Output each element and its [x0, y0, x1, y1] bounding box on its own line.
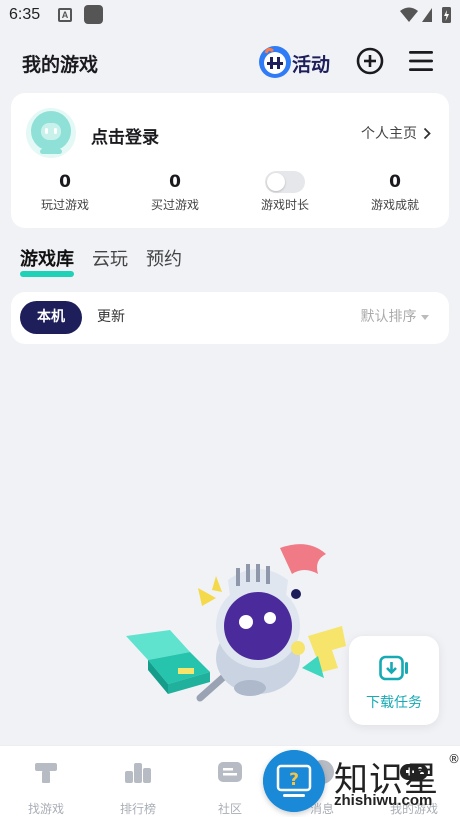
- chevron-right-icon: [423, 127, 431, 139]
- svg-text:?: ?: [289, 770, 299, 790]
- status-bar: 6:35 A: [0, 0, 460, 34]
- profile-home-link[interactable]: 个人主页: [361, 123, 431, 143]
- app-notification-icon: A: [58, 8, 72, 22]
- signal-battery-icons: [400, 7, 451, 23]
- stat-playtime[interactable]: 游戏时长: [235, 171, 335, 213]
- download-tasks-button[interactable]: 下载任务: [349, 636, 439, 725]
- nav-label: 社区: [217, 802, 242, 816]
- login-button[interactable]: 点击登录: [91, 123, 159, 148]
- stat-bought[interactable]: 0 买过游戏: [125, 171, 225, 213]
- page-title: 我的游戏: [22, 54, 99, 76]
- filter-update-chip[interactable]: 更新: [97, 301, 125, 334]
- watermark-sub: zhishiwu.com: [334, 792, 433, 809]
- empty-state-illustration: [126, 544, 346, 702]
- tab-library[interactable]: 游戏库: [20, 246, 74, 278]
- nav-ranking[interactable]: 排行榜: [103, 758, 173, 817]
- caret-down-icon: [421, 315, 429, 320]
- stat-value: 0: [389, 172, 401, 192]
- nav-label: 排行榜: [119, 802, 156, 816]
- nav-find-games[interactable]: 找游戏: [11, 758, 81, 817]
- activity-label: 活动: [292, 53, 330, 76]
- profile-card: 点击登录 个人主页 0 玩过游戏 0 买过游戏 游戏时长 0 游戏成就: [11, 93, 449, 228]
- avatar[interactable]: [25, 107, 77, 159]
- profile-home-label: 个人主页: [361, 126, 417, 142]
- tab-reserve[interactable]: 预约: [146, 246, 182, 278]
- stat-label: 游戏成就: [370, 198, 419, 212]
- hammer-icon: [35, 763, 57, 783]
- playtime-toggle[interactable]: [265, 171, 305, 193]
- stat-value: 0: [59, 172, 71, 192]
- community-icon: [218, 762, 242, 782]
- filter-bar: 本机 更新 默认排序: [11, 292, 449, 344]
- library-tabs: 游戏库 云玩 预约: [20, 246, 182, 278]
- stat-achievements[interactable]: 0 游戏成就: [345, 171, 445, 213]
- ranking-icon: [125, 763, 151, 783]
- notification-square-icon: [84, 5, 103, 24]
- menu-button[interactable]: [408, 49, 434, 73]
- filter-local-chip[interactable]: 本机: [20, 301, 82, 334]
- status-time: 6:35: [9, 6, 41, 23]
- sort-label: 默认排序: [360, 309, 417, 325]
- add-button[interactable]: [356, 47, 384, 75]
- tab-cloud[interactable]: 云玩: [92, 246, 128, 278]
- stat-label: 玩过游戏: [40, 198, 89, 212]
- watermark: 知识星 ® zhishiwu.com: [332, 752, 460, 812]
- registered-icon: ®: [448, 752, 460, 766]
- stat-label: 买过游戏: [150, 198, 199, 212]
- sort-dropdown[interactable]: 默认排序: [361, 301, 429, 334]
- stat-value: 0: [169, 172, 181, 192]
- stat-played[interactable]: 0 玩过游戏: [15, 171, 115, 213]
- activity-badge[interactable]: 活动: [256, 43, 334, 81]
- nav-community[interactable]: 社区: [195, 758, 265, 817]
- stat-label: 游戏时长: [260, 198, 309, 212]
- download-tasks-label: 下载任务: [366, 695, 422, 711]
- header: 我的游戏 活动: [0, 40, 460, 84]
- nav-label: 找游戏: [27, 802, 64, 816]
- help-button[interactable]: ?: [263, 750, 325, 812]
- download-icon: [379, 655, 408, 681]
